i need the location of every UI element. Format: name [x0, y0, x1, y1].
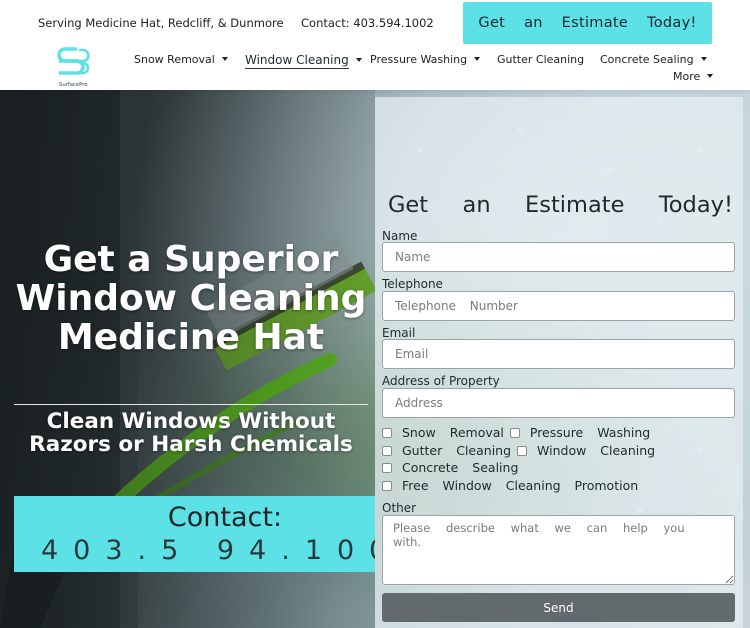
nav-gutter-cleaning[interactable]: Gutter Cleaning — [497, 53, 584, 66]
form-title-word: an — [462, 192, 491, 218]
estimate-form: Get an Estimate Today! Name Telephone Em… — [375, 97, 743, 628]
checkbox-concrete-sealing[interactable] — [382, 463, 392, 473]
main-nav: SurfacePro Snow Removal Window Cleaning … — [0, 44, 750, 90]
address-label: Address of Property — [382, 374, 500, 388]
service-label: Window Cleaning — [537, 443, 656, 458]
name-label: Name — [382, 229, 418, 243]
checkbox-gutter-cleaning[interactable] — [382, 446, 392, 456]
service-label: Snow Removal — [402, 425, 504, 440]
checkbox-window-cleaning[interactable] — [517, 446, 528, 456]
service-option-row: Gutter Cleaning Window Cleaning — [382, 443, 655, 458]
nav-window-cleaning[interactable]: Window Cleaning — [245, 53, 362, 69]
name-input[interactable] — [382, 242, 735, 272]
service-label: Free Window Cleaning Promotion — [402, 478, 639, 493]
form-title-word: Today! — [658, 192, 733, 218]
logo-icon: SurfacePro — [57, 47, 90, 88]
checkbox-pressure-washing[interactable] — [509, 428, 520, 438]
service-option-row: Snow Removal Pressure Washing — [382, 425, 650, 440]
nav-more[interactable]: More — [673, 70, 714, 83]
nav-snow-removal[interactable]: Snow Removal — [134, 53, 228, 66]
chevron-down-icon — [474, 57, 481, 61]
service-label: Gutter Cleaning — [402, 443, 512, 458]
service-option-row: Concrete Sealing — [382, 460, 518, 475]
checkbox-snow-removal[interactable] — [382, 428, 392, 438]
telephone-input[interactable] — [382, 291, 735, 321]
telephone-label: Telephone — [382, 277, 443, 291]
hero-section: Get a Superior Window Cleaning Medicine … — [0, 90, 750, 628]
contact-phone-number[interactable]: 403.5 94.100 — [41, 535, 375, 566]
send-button[interactable]: Send — [382, 593, 735, 622]
form-title: Get an Estimate Today! — [388, 192, 733, 218]
contact-box: Contact: 403.5 94.100 — [14, 496, 375, 572]
other-textarea[interactable] — [382, 515, 735, 585]
nav-label: Snow Removal — [134, 53, 215, 66]
nav-label: Window Cleaning — [245, 53, 349, 69]
nav-label: Pressure Washing — [370, 53, 468, 66]
chevron-down-icon — [221, 57, 228, 61]
checkbox-free-window-cleaning-promotion[interactable] — [382, 481, 392, 491]
nav-label: Gutter Cleaning — [497, 53, 585, 66]
nav-pressure-washing[interactable]: Pressure Washing — [370, 53, 481, 66]
top-contact-phone[interactable]: Contact: 403.594.1002 — [301, 16, 434, 30]
form-title-word: Estimate — [525, 192, 625, 218]
service-label: Pressure Washing — [529, 425, 651, 440]
form-title-word: Get — [388, 192, 429, 218]
chevron-down-icon — [707, 74, 714, 78]
divider — [14, 404, 368, 405]
top-bar: Serving Medicine Hat, Redcliff, & Dunmor… — [0, 0, 750, 44]
nav-label: Concrete Sealing — [600, 53, 694, 66]
service-label: Concrete Sealing — [402, 460, 519, 475]
get-estimate-button[interactable]: Get an Estimate Today! — [463, 2, 712, 44]
logo[interactable]: SurfacePro — [57, 46, 95, 90]
chevron-down-icon — [700, 57, 707, 61]
contact-label: Contact: — [167, 502, 283, 533]
chevron-down-icon — [355, 58, 362, 62]
other-label: Other — [382, 501, 417, 515]
service-area-tagline: Serving Medicine Hat, Redcliff, & Dunmor… — [38, 16, 284, 30]
hero-title: Get a Superior Window Cleaning Medicine … — [15, 239, 367, 358]
service-option-row: Free Window Cleaning Promotion — [382, 478, 638, 493]
nav-concrete-sealing[interactable]: Concrete Sealing — [600, 53, 707, 66]
address-input[interactable] — [382, 388, 735, 418]
nav-label: More — [673, 70, 701, 83]
logo-wordmark: SurfacePro — [59, 82, 88, 88]
hero-subtitle: Clean Windows Without Razors or Harsh Ch… — [29, 409, 353, 457]
email-label: Email — [382, 326, 416, 340]
email-input[interactable] — [382, 339, 735, 369]
